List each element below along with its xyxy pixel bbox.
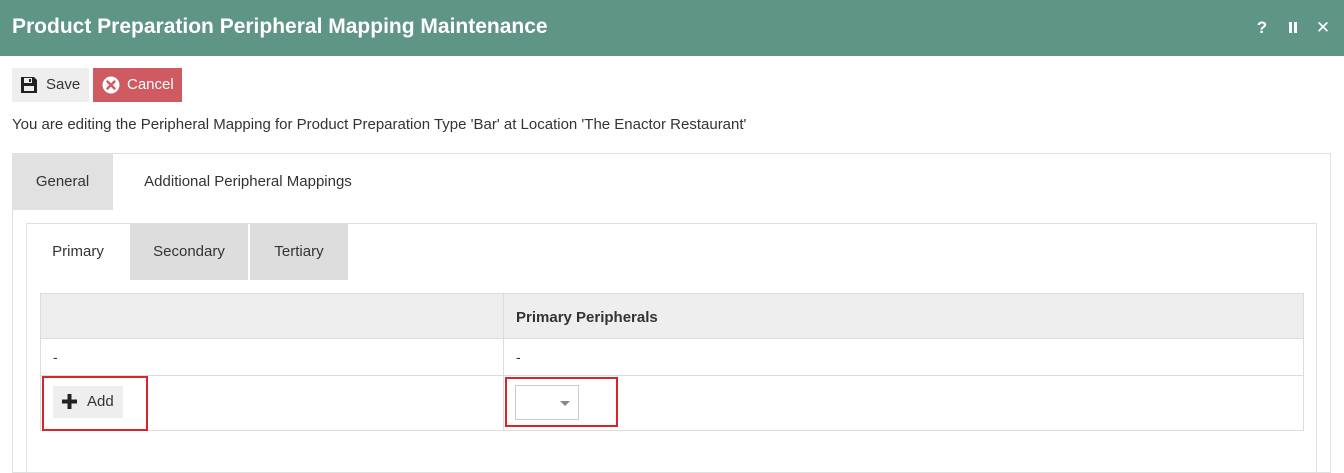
plus-icon [62, 394, 77, 409]
table-cell: - [516, 349, 521, 365]
tab-secondary[interactable]: Secondary [130, 224, 248, 280]
row-divider [41, 375, 1303, 376]
tab-tertiary[interactable]: Tertiary [250, 224, 348, 280]
tab-general[interactable]: General [12, 154, 113, 210]
add-label: Add [87, 393, 114, 410]
save-button[interactable]: Save [12, 68, 89, 102]
close-icon[interactable]: ✕ [1313, 16, 1333, 40]
tab-primary[interactable]: Primary [27, 224, 129, 280]
peripherals-table: Primary Peripherals - - [40, 293, 1304, 431]
cancel-circle-icon [102, 76, 120, 94]
window-title: Product Preparation Peripheral Mapping M… [12, 15, 548, 38]
help-icon[interactable]: ? [1254, 16, 1270, 40]
editing-info-text: You are editing the Peripheral Mapping f… [12, 116, 747, 133]
save-label: Save [46, 76, 81, 93]
cancel-button[interactable]: Cancel [93, 68, 182, 102]
cancel-label: Cancel [127, 76, 174, 93]
primary-peripheral-select[interactable] [515, 385, 579, 420]
title-bar: Product Preparation Peripheral Mapping M… [0, 0, 1344, 56]
tab-additional-peripheral-mappings[interactable]: Additional Peripheral Mappings [113, 154, 383, 210]
chevron-down-icon [560, 401, 570, 406]
column-divider [503, 294, 504, 430]
pause-icon[interactable] [1284, 16, 1302, 40]
floppy-disk-icon [21, 77, 37, 93]
table-header [41, 294, 1303, 339]
add-button[interactable]: Add [53, 386, 123, 418]
primary-peripherals-header: Primary Peripherals [516, 309, 658, 326]
table-cell: - [53, 349, 58, 365]
